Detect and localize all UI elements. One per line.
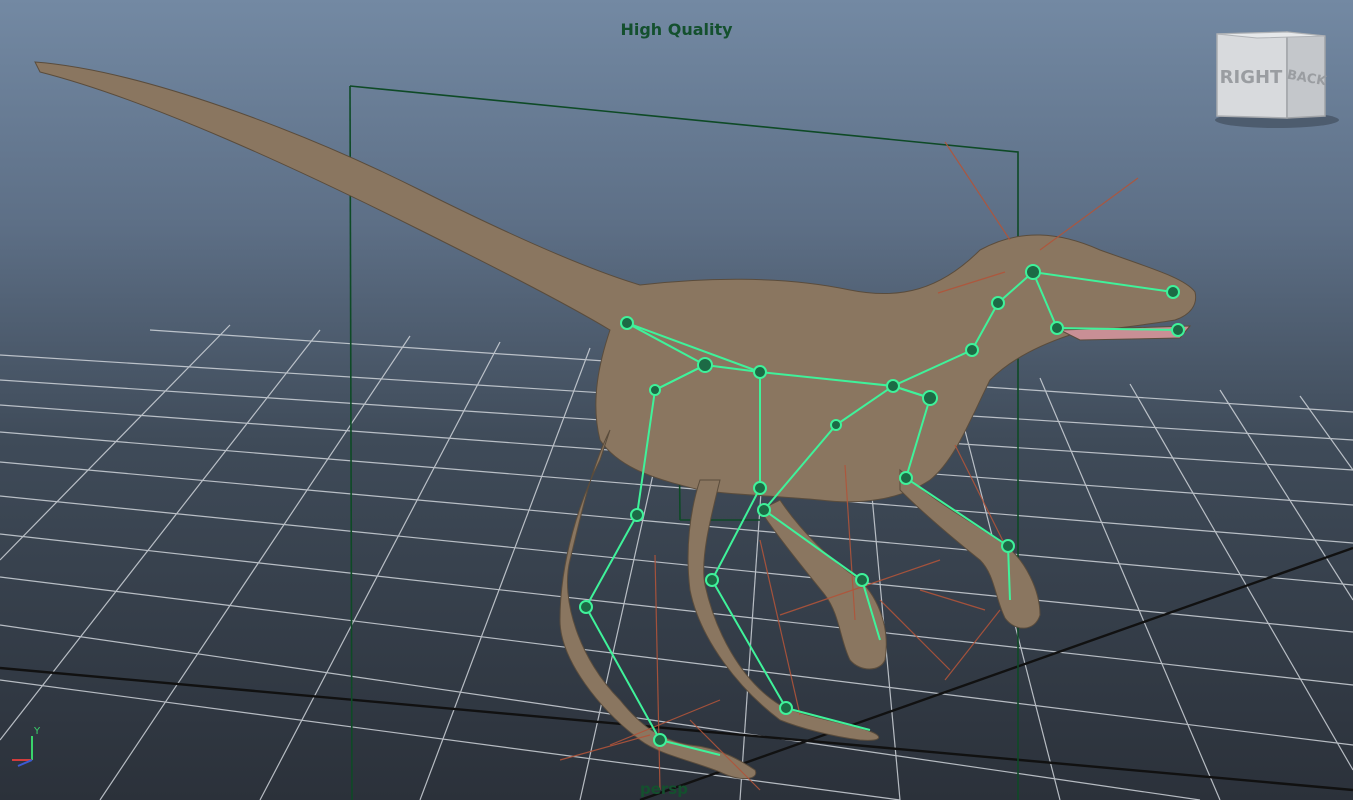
- renderer-label: High Quality: [620, 20, 733, 39]
- viewcube-face-right[interactable]: RIGHT: [1220, 67, 1283, 88]
- viewcube[interactable]: RIGHT BACK: [1205, 28, 1345, 128]
- axis-gizmo: Y: [12, 726, 41, 767]
- joint-head: [1025, 264, 1041, 280]
- maya-viewport[interactable]: High Quality persp RIGHT BACK Y: [0, 0, 1353, 800]
- joint-right-knee: [753, 481, 767, 495]
- joint-spine-2: [886, 379, 900, 393]
- joint-right-foot: [779, 701, 793, 715]
- joint-right-elbow: [899, 471, 913, 485]
- joint-jaw: [1050, 321, 1064, 335]
- joint-spine-1: [753, 365, 767, 379]
- joint-left-wrist: [757, 503, 771, 517]
- joint-left-knee: [630, 508, 644, 522]
- joint-right-ankle: [705, 573, 719, 587]
- scene-canvas[interactable]: [0, 0, 1353, 800]
- grid-axes: [0, 546, 1353, 800]
- axis-y-label: Y: [33, 726, 41, 737]
- joint-left-hand: [855, 573, 869, 587]
- joint-left-elbow: [830, 419, 842, 431]
- joint-jaw-tip: [1171, 323, 1185, 337]
- joint-pelvis-tail: [620, 316, 634, 330]
- joint-hip: [697, 357, 713, 373]
- joint-shoulder: [922, 390, 938, 406]
- joint-neck-2: [991, 296, 1005, 310]
- joint-left-ankle: [579, 600, 593, 614]
- joint-neck-1: [965, 343, 979, 357]
- joint-left-foot: [653, 733, 667, 747]
- camera-label: persp: [640, 780, 688, 798]
- joint-right-wrist: [1001, 539, 1015, 553]
- joint-left-hip: [649, 384, 661, 396]
- joint-snout: [1166, 285, 1180, 299]
